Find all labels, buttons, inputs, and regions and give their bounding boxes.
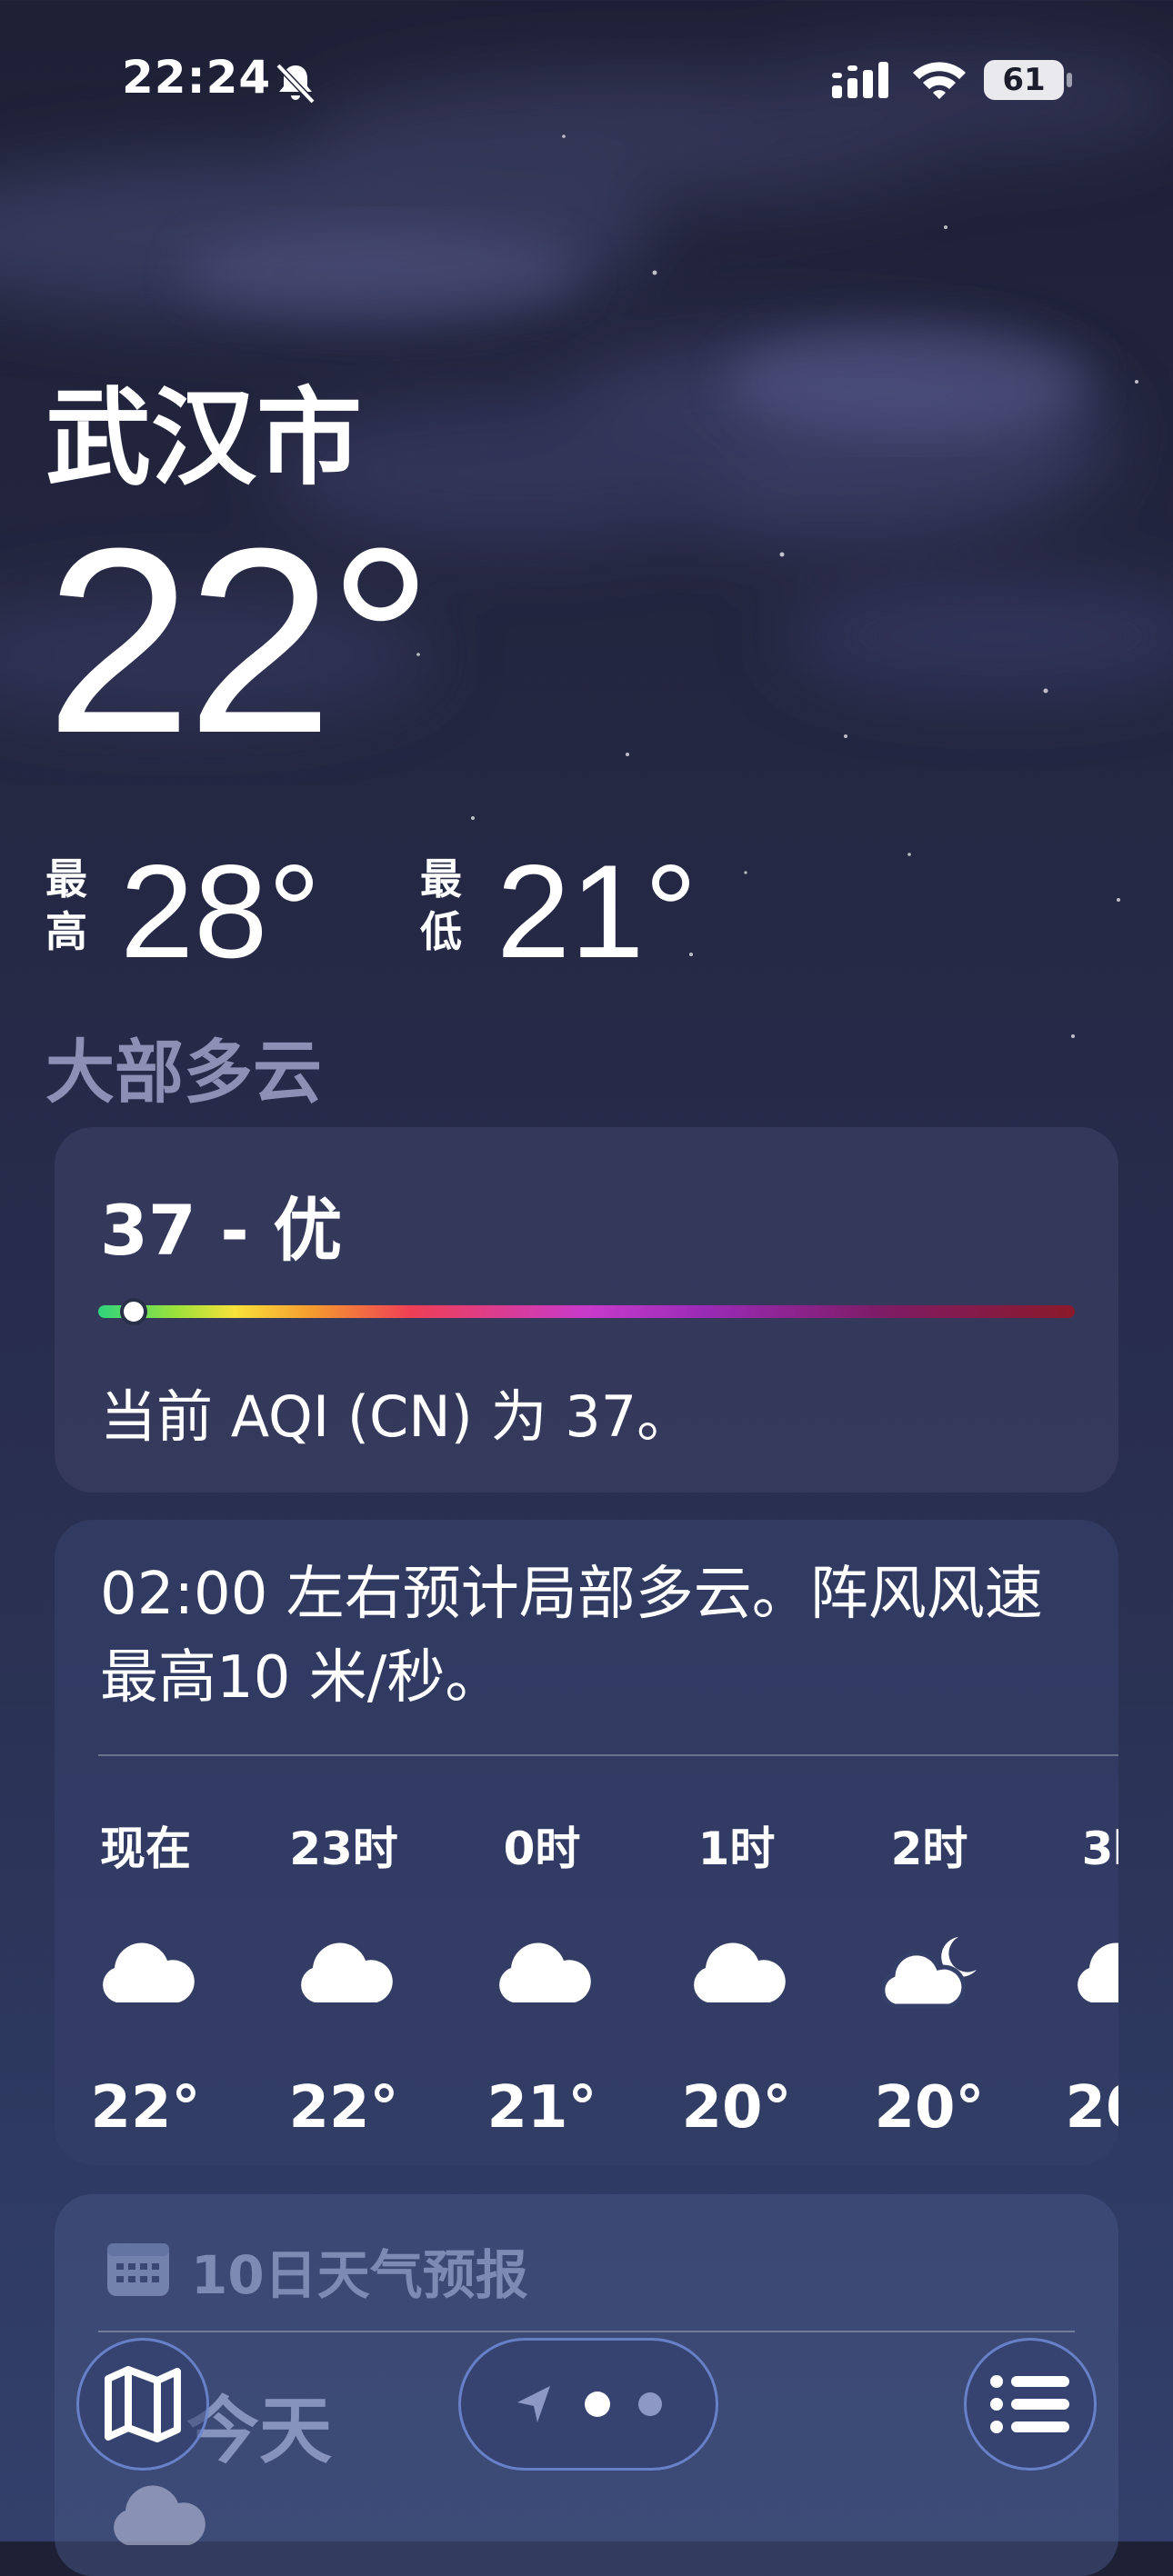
hour-item: 现在 22° bbox=[55, 1765, 236, 2147]
cloud-moon-icon bbox=[880, 1937, 977, 2009]
battery-icon: 61 bbox=[984, 60, 1064, 100]
hour-item: 3时 20° bbox=[1029, 1765, 1118, 2147]
hour-time: 1时 bbox=[697, 1822, 776, 1875]
current-temperature: 22° bbox=[45, 494, 434, 788]
page-indicator-glyphs bbox=[517, 2386, 662, 2422]
divider bbox=[98, 1754, 1118, 1756]
low-temperature: 21° bbox=[496, 837, 697, 985]
aqi-description: 当前 AQI (CN) 为 37。 bbox=[100, 1383, 694, 1450]
page-dot-active bbox=[585, 2391, 610, 2417]
hour-item: 23时 22° bbox=[253, 1765, 435, 2147]
hour-temp: 20° bbox=[1065, 2074, 1118, 2142]
cloud-icon bbox=[114, 2485, 206, 2545]
location-arrow-icon bbox=[517, 2386, 550, 2422]
map-button[interactable] bbox=[76, 2338, 209, 2471]
divider bbox=[98, 2331, 1075, 2332]
hour-temp: 20° bbox=[874, 2074, 985, 2142]
cloud-icon bbox=[301, 1942, 393, 2002]
hour-time: 3时 bbox=[1081, 1822, 1118, 1875]
forecast-title: 10日天气预报 bbox=[191, 2244, 528, 2306]
hour-temp: 22° bbox=[90, 2074, 201, 2142]
cellular-signal-icon bbox=[832, 62, 888, 98]
wifi-icon bbox=[913, 62, 966, 99]
aqi-card[interactable]: 37 - 优 当前 AQI (CN) 为 37。 bbox=[55, 1127, 1118, 1493]
hourly-forecast-card[interactable]: 02:00 左右预计局部多云。阵风风速最高10 米/秒。 现在 22° 23时 … bbox=[55, 1520, 1118, 2165]
cloud-icon bbox=[694, 1942, 786, 2002]
list-icon bbox=[990, 2375, 1069, 2433]
status-time: 22:24 bbox=[122, 51, 272, 104]
low-label: 最低 bbox=[420, 854, 462, 956]
high-label: 最高 bbox=[45, 854, 87, 956]
cloud-icon bbox=[1078, 1942, 1118, 2002]
hour-item: 1时 20° bbox=[646, 1765, 827, 2147]
list-button[interactable] bbox=[964, 2338, 1097, 2471]
aqi-scale-bar bbox=[98, 1305, 1075, 1318]
hour-temp: 20° bbox=[681, 2074, 792, 2142]
hourly-summary: 02:00 左右预计局部多云。阵风风速最高10 米/秒。 bbox=[100, 1561, 1043, 1712]
forecast-today-label: 今天 bbox=[186, 2389, 332, 2473]
aqi-indicator bbox=[120, 1298, 147, 1325]
high-temperature: 28° bbox=[120, 837, 321, 985]
cloud-icon bbox=[103, 1942, 195, 2002]
hour-time: 2时 bbox=[890, 1822, 968, 1875]
calendar-icon bbox=[107, 2243, 169, 2296]
aqi-value: 37 - 优 bbox=[100, 1190, 343, 1271]
hour-item: 0时 21° bbox=[451, 1765, 633, 2147]
hour-time: 现在 bbox=[100, 1822, 191, 1875]
battery-tip bbox=[1067, 73, 1072, 87]
city-name: 武汉市 bbox=[45, 377, 362, 500]
hour-time: 23时 bbox=[289, 1822, 398, 1875]
hour-temp: 22° bbox=[288, 2074, 399, 2142]
hour-temp: 21° bbox=[486, 2074, 597, 2142]
page-indicator[interactable] bbox=[458, 2338, 718, 2471]
page-dot bbox=[638, 2392, 662, 2416]
hour-item: 2时 20° bbox=[838, 1765, 1020, 2147]
cloud-icon bbox=[499, 1942, 591, 2002]
map-icon bbox=[105, 2366, 181, 2442]
bell-slash-icon bbox=[276, 63, 316, 105]
weather-condition: 大部多云 bbox=[45, 1032, 322, 1113]
hour-time: 0时 bbox=[503, 1822, 581, 1875]
